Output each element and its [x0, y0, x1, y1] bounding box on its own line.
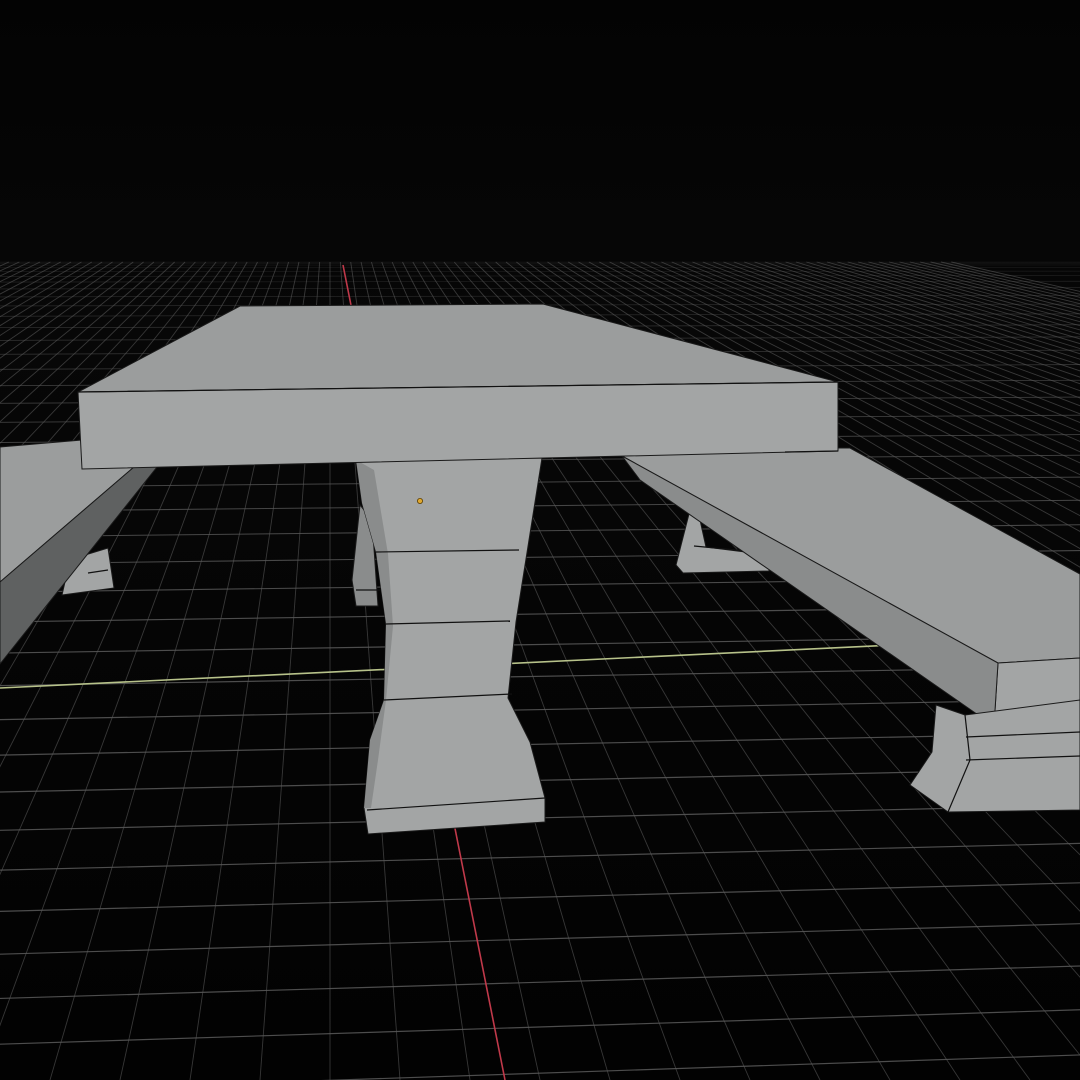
object-origin-icon[interactable] [416, 497, 423, 504]
viewport-canvas[interactable] [0, 0, 1080, 1080]
bench-right-leg-front[interactable] [909, 699, 1080, 813]
viewport-3d[interactable] [0, 0, 1080, 1080]
